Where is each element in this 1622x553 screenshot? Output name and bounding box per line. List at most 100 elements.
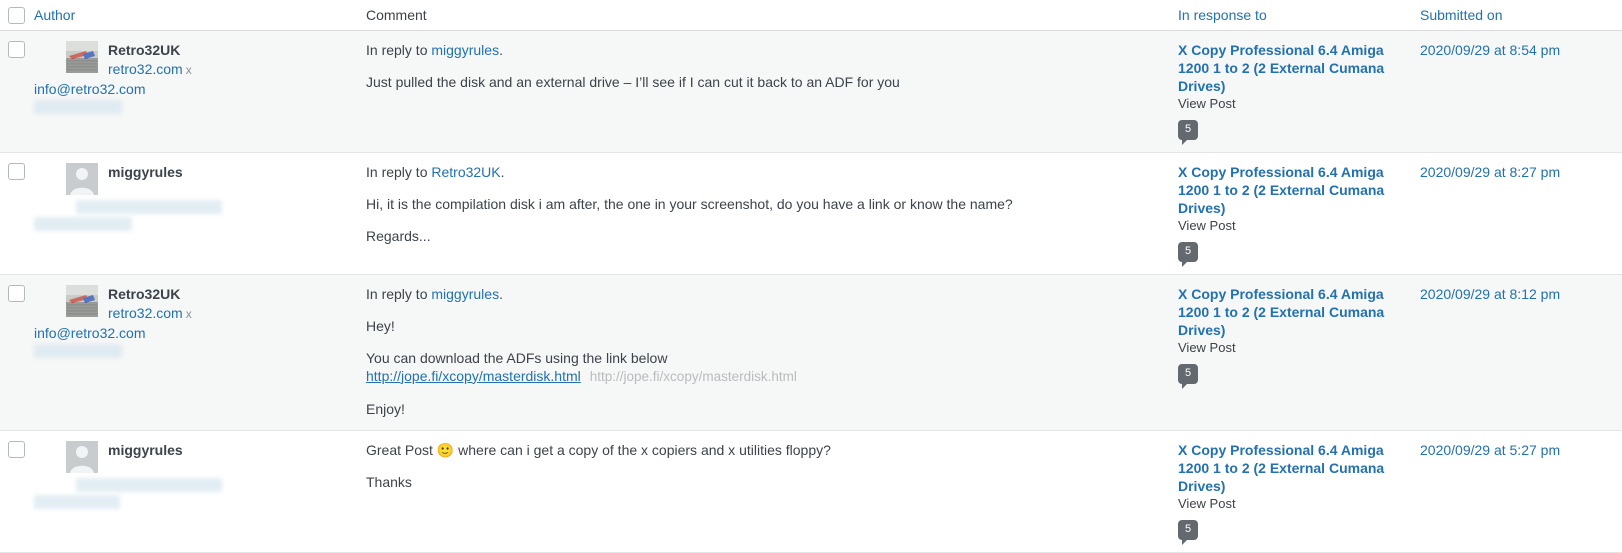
column-header-submitted-on-link[interactable]: Submitted on	[1420, 6, 1503, 24]
comment-text: Just pulled the disk and an external dri…	[366, 73, 900, 90]
redacted-text	[34, 99, 122, 114]
view-post-link[interactable]: View Post	[1178, 339, 1402, 356]
select-all-header	[0, 0, 30, 31]
column-header-in-response-to-link[interactable]: In response to	[1178, 6, 1267, 24]
avatar	[66, 284, 98, 317]
column-header-submitted-on[interactable]: Submitted on	[1412, 0, 1622, 31]
comment-url-link[interactable]: http://jope.fi/xcopy/masterdisk.html	[366, 368, 581, 384]
comment-count-bubble[interactable]: 5	[1178, 519, 1198, 545]
row-select-cell	[0, 152, 30, 274]
in-response-to-cell: X Copy Professional 6.4 Amiga 1200 1 to …	[1170, 30, 1412, 152]
author-cell: miggyrules	[30, 430, 360, 552]
column-header-comment: Comment	[360, 0, 1170, 31]
smiley-emoji-icon: 🙂	[436, 441, 455, 458]
row-select-cell	[0, 430, 30, 552]
author-email: info@retro32.com	[34, 323, 350, 342]
in-response-to-cell: X Copy Professional 6.4 Amiga 1200 1 to …	[1170, 430, 1412, 552]
comment-reply-prefix: In reply to	[366, 41, 432, 58]
comment-text-before-emoji: Great Post	[366, 441, 437, 458]
table-row[interactable]: miggyrules In reply to Retro32UK. Hi, it i…	[0, 152, 1622, 274]
author-block: Retro32UK retro32.com x info@retro32.com	[34, 40, 350, 114]
comment-reply-suffix: .	[499, 285, 503, 302]
author-email: info@retro32.com	[34, 79, 350, 98]
comment-paragraph: Hi, it is the compilation disk i am afte…	[366, 195, 1156, 213]
comment-count-bubble[interactable]: 5	[1178, 241, 1198, 267]
avatar	[66, 440, 98, 473]
post-title-link[interactable]: X Copy Professional 6.4 Amiga 1200 1 to …	[1178, 41, 1402, 95]
submitted-on-cell: 2020/09/29 at 8:54 pm	[1412, 30, 1622, 152]
row-select-cell	[0, 30, 30, 152]
comment-paragraph: Enjoy!	[366, 400, 1156, 418]
comment-paragraph: You can download the ADFs using the link…	[366, 349, 1156, 386]
column-header-author-link[interactable]: Author	[34, 6, 75, 24]
author-site-link[interactable]: retro32.com	[108, 61, 183, 77]
comment-reply-to-link[interactable]: miggyrules	[431, 286, 499, 302]
comment-text: Regards...	[366, 227, 431, 244]
avatar	[66, 40, 98, 73]
comment-text: Thanks	[366, 473, 412, 490]
submitted-on-cell: 2020/09/29 at 8:27 pm	[1412, 152, 1622, 274]
column-header-author[interactable]: Author	[30, 0, 360, 31]
column-header-in-response-to[interactable]: In response to	[1170, 0, 1412, 31]
author-site-link[interactable]: retro32.com	[108, 305, 183, 321]
submitted-on-cell: 2020/09/29 at 5:27 pm	[1412, 430, 1622, 552]
row-select-checkbox[interactable]	[8, 163, 25, 181]
author-cell: Retro32UK retro32.com x info@retro32.com	[30, 274, 360, 430]
comment-reply-prefix: In reply to	[366, 163, 432, 180]
comment-reply-to-link[interactable]: miggyrules	[431, 42, 499, 58]
table-row[interactable]: Retro32UK retro32.com x info@retro32.com In …	[0, 274, 1622, 430]
comment-paragraph: Hey!	[366, 317, 1156, 335]
comment-cell: In reply to Retro32UK. Hi, it is the comp…	[360, 152, 1170, 274]
submitted-on-value: 2020/09/29 at 8:27 pm	[1420, 163, 1561, 180]
post-title-link[interactable]: X Copy Professional 6.4 Amiga 1200 1 to …	[1178, 285, 1402, 339]
comment-bubble-tail-icon	[1182, 382, 1188, 389]
submitted-on-value: 2020/09/29 at 8:12 pm	[1420, 285, 1561, 302]
redacted-text	[34, 216, 132, 231]
comment-count-bubble[interactable]: 5	[1178, 363, 1198, 389]
comment-text: Hi, it is the compilation disk i am afte…	[366, 195, 1013, 212]
author-block: Retro32UK retro32.com x info@retro32.com	[34, 284, 350, 358]
comment-count-bubble[interactable]: 5	[1178, 119, 1198, 145]
author-email-link[interactable]: info@retro32.com	[34, 81, 145, 97]
author-email-link[interactable]: info@retro32.com	[34, 325, 145, 341]
submitted-on-cell: 2020/09/29 at 8:12 pm	[1412, 274, 1622, 430]
redacted-text	[76, 477, 222, 492]
comment-cell: Great Post 🙂 where can i get a copy of t…	[360, 430, 1170, 552]
view-post-link[interactable]: View Post	[1178, 495, 1402, 512]
author-site-remove-icon[interactable]: x	[186, 307, 192, 321]
post-title-link[interactable]: X Copy Professional 6.4 Amiga 1200 1 to …	[1178, 441, 1402, 495]
comments-table: Author Comment In response to Submitted …	[0, 0, 1622, 553]
comment-text: Hey!	[366, 317, 395, 334]
table-body: Retro32UK retro32.com x info@retro32.com In …	[0, 30, 1622, 552]
comment-paragraph: Just pulled the disk and an external dri…	[366, 73, 1156, 91]
row-select-checkbox[interactable]	[8, 441, 25, 459]
comment-reply-to-line: In reply to miggyrules.	[366, 285, 1156, 303]
select-all-checkbox[interactable]	[8, 6, 25, 24]
redacted-text	[34, 343, 122, 358]
row-select-checkbox[interactable]	[8, 285, 25, 303]
column-header-comment-label: Comment	[366, 6, 427, 23]
comment-cell: In reply to miggyrules. Hey! You can downl…	[360, 274, 1170, 430]
author-redactions	[34, 98, 350, 114]
comment-bubble-tail-icon	[1182, 138, 1188, 145]
author-site-remove-icon[interactable]: x	[186, 63, 192, 77]
author-cell: Retro32UK retro32.com x info@retro32.com	[30, 30, 360, 152]
post-title-link[interactable]: X Copy Professional 6.4 Amiga 1200 1 to …	[1178, 163, 1402, 217]
comment-reply-prefix: In reply to	[366, 285, 432, 302]
comment-paragraph: Regards...	[366, 227, 1156, 245]
in-response-to-cell: X Copy Professional 6.4 Amiga 1200 1 to …	[1170, 274, 1412, 430]
comment-cell: In reply to miggyrules. Just pulled the d…	[360, 30, 1170, 152]
comment-bubble-tail-icon	[1182, 260, 1188, 267]
view-post-link[interactable]: View Post	[1178, 217, 1402, 234]
submitted-on-value: 2020/09/29 at 8:54 pm	[1420, 41, 1561, 58]
comment-count-value: 5	[1178, 241, 1198, 262]
table-row[interactable]: Retro32UK retro32.com x info@retro32.com In …	[0, 30, 1622, 152]
avatar	[66, 162, 98, 195]
redacted-text	[34, 494, 120, 509]
table-row[interactable]: miggyrules Great Post 🙂 where can i get a…	[0, 430, 1622, 552]
submitted-on-value: 2020/09/29 at 5:27 pm	[1420, 441, 1561, 458]
author-block: miggyrules	[34, 440, 350, 509]
view-post-link[interactable]: View Post	[1178, 95, 1402, 112]
comment-reply-to-link[interactable]: Retro32UK	[431, 164, 500, 180]
row-select-checkbox[interactable]	[8, 41, 25, 59]
